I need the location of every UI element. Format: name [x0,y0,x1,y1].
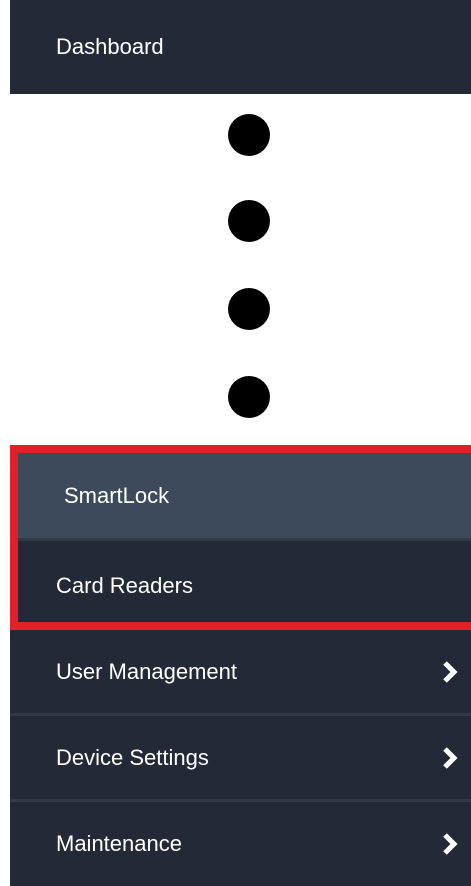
ellipsis-dot [228,200,270,242]
sidebar-item-maintenance[interactable]: Maintenance [10,802,471,886]
sidebar-item-smartlock[interactable]: SmartLock [10,453,471,538]
chevron-right-icon [437,745,463,771]
sidebar-item-label: Card Readers [56,572,193,598]
sidebar-item-dashboard[interactable]: Dashboard [10,0,471,94]
sidebar-nav: Dashboard SmartLock Card Readers User Ma… [0,0,471,886]
ellipsis-dot [228,288,270,330]
sidebar-item-card-readers[interactable]: Card Readers [10,541,471,630]
sidebar-item-label: SmartLock [64,482,170,508]
sidebar-item-label: User Management [56,658,237,684]
sidebar-item-label: Device Settings [56,744,209,770]
chevron-right-icon [437,659,463,685]
ellipsis-dot [228,376,270,418]
sidebar-item-device-settings[interactable]: Device Settings [10,716,471,799]
chevron-right-icon [437,831,463,857]
ellipsis-dot [228,114,270,156]
sidebar-item-label: Dashboard [56,34,164,59]
sidebar-item-user-management[interactable]: User Management [10,630,471,713]
sidebar-item-label: Maintenance [56,831,182,856]
